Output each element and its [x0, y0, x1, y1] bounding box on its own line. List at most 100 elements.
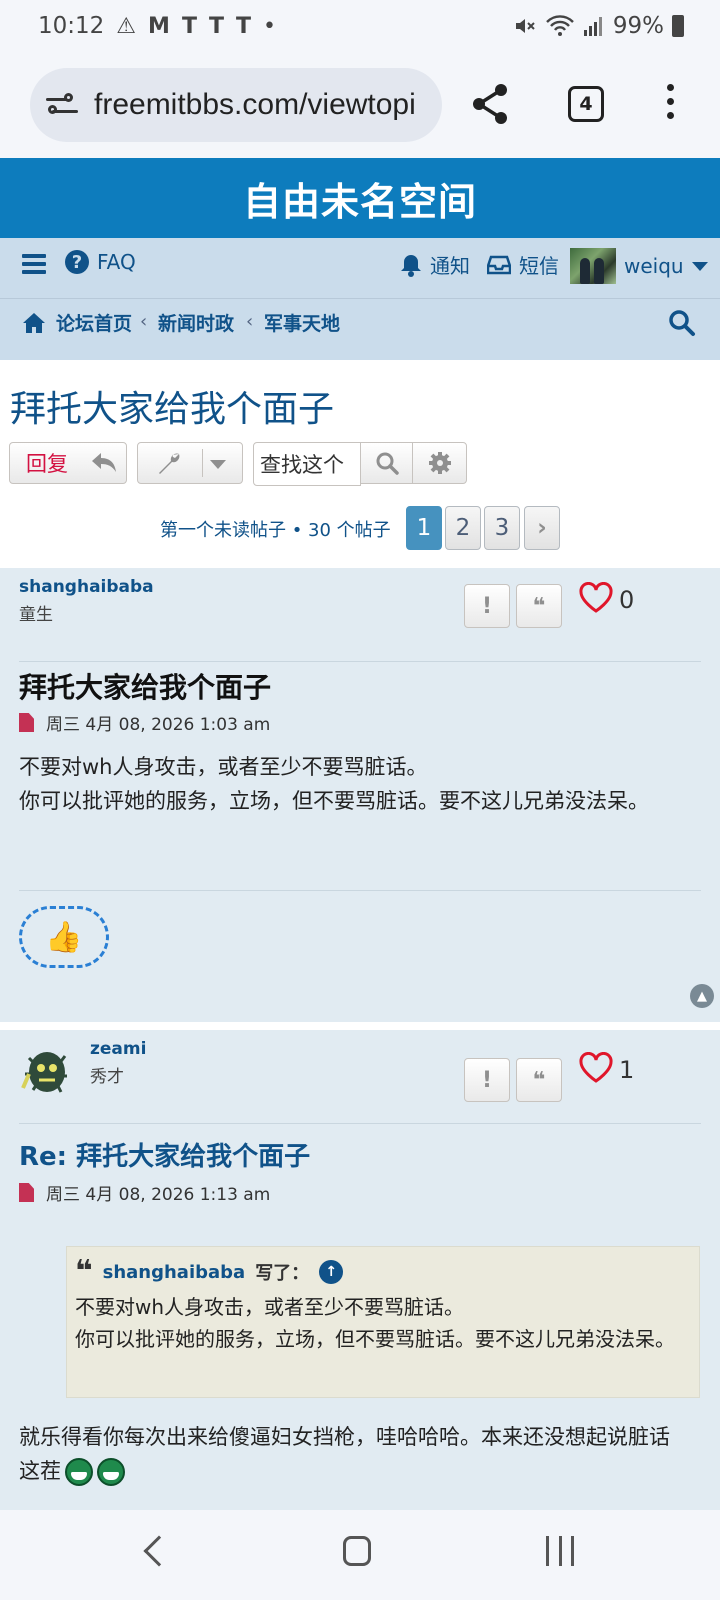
hamburger-icon[interactable] — [22, 254, 46, 274]
signal-icon — [583, 17, 602, 36]
divider — [19, 1123, 701, 1124]
chevron-right-icon: › — [537, 515, 547, 541]
topic-search-input[interactable]: 查找这个 — [253, 442, 361, 486]
page-2-button[interactable]: 2 — [445, 506, 481, 550]
browser-toolbar: freemitbbs.com/viewtopi 4 — [0, 52, 720, 156]
gmail-icon: M — [148, 13, 170, 39]
post-body: 就乐得看你每次出来给傻逼妇女挡枪，哇哈哈哈。本来还没想起说脏话这茬 — [19, 1420, 689, 1488]
status-bar: 10:12 ⚠ M T T T • 99% — [0, 0, 720, 52]
breadcrumb-news[interactable]: 新闻时政 — [158, 309, 234, 336]
quote-mark-icon: ❝ — [75, 1254, 93, 1289]
back-to-top-icon[interactable]: ▲ — [690, 984, 714, 1008]
post-separator — [0, 1022, 720, 1030]
quote-body: 不要对wh人身攻击，或者至少不要骂脏话。 你可以批评她的服务，立场，但不要骂脏话… — [75, 1291, 685, 1355]
exclamation-icon: ! — [481, 593, 493, 619]
post-file-icon[interactable] — [19, 713, 34, 732]
avatar[interactable] — [570, 248, 616, 284]
share-icon[interactable] — [470, 82, 510, 126]
post-date: 周三 4月 08, 2026 1:03 am — [46, 715, 271, 735]
messages-link[interactable]: 短信 — [487, 250, 559, 279]
tab-switcher-button[interactable]: 4 — [568, 86, 604, 122]
navbar: ? FAQ 通知 短信 weiqu 论坛首页 ‹ 新闻时政 ‹ 军事天地 — [0, 238, 720, 360]
post-file-icon[interactable] — [19, 1183, 34, 1202]
notifications-link[interactable]: 通知 — [400, 250, 470, 279]
breadcrumb-military[interactable]: 军事天地 — [264, 309, 340, 336]
back-icon[interactable] — [143, 1535, 175, 1567]
reply-button[interactable]: 回复 — [9, 442, 127, 484]
advanced-search-button[interactable] — [412, 442, 467, 484]
quote-icon: ❝ — [532, 593, 546, 619]
heart-icon[interactable] — [578, 582, 614, 614]
site-settings-icon[interactable] — [46, 90, 80, 120]
home-icon[interactable] — [343, 1536, 371, 1566]
t-notification-icon: T — [181, 13, 197, 39]
breadcrumb-home[interactable]: 论坛首页 — [22, 309, 132, 336]
reply-arrow-icon — [92, 453, 116, 472]
grin-emoji-icon — [65, 1458, 93, 1486]
t-notification-icon: T — [235, 13, 251, 39]
t-notification-icon: T — [208, 13, 224, 39]
main-menu-button[interactable] — [22, 254, 46, 274]
post-author[interactable]: zeami — [90, 1039, 146, 1059]
battery-percent: 99% — [612, 13, 664, 39]
page-title[interactable]: 拜托大家给我个面子 — [10, 380, 334, 432]
post-meta: 周三 4月 08, 2026 1:03 am — [19, 710, 270, 735]
search-icon — [376, 452, 399, 475]
notifications-label: 通知 — [430, 254, 470, 278]
post: shanghaibaba 童生 ! ❝ 0 拜托大家给我个面子 周三 4月 08… — [0, 568, 720, 1022]
gear-icon — [428, 452, 451, 474]
quote-block: ❝ shanghaibaba 写了： ↑ 不要对wh人身攻击，或者至少不要骂脏话… — [66, 1246, 700, 1398]
reply-label: 回复 — [26, 452, 68, 476]
breadcrumb-separator: ‹ — [246, 311, 254, 332]
post-title[interactable]: Re: 拜托大家给我个面子 — [19, 1136, 310, 1173]
divider — [19, 890, 701, 891]
recents-icon[interactable] — [546, 1536, 574, 1566]
avatar[interactable] — [19, 1038, 73, 1100]
wrench-icon — [159, 453, 180, 474]
breadcrumb-label: 论坛首页 — [56, 313, 133, 335]
alert-icon: ⚠ — [116, 13, 137, 39]
topic-tools-button[interactable] — [137, 442, 243, 484]
messages-label: 短信 — [519, 254, 559, 278]
quote-line: 不要对wh人身攻击，或者至少不要骂脏话。 — [75, 1295, 465, 1319]
author-rank: 童生 — [19, 605, 53, 625]
post-meta: 周三 4月 08, 2026 1:13 am — [19, 1180, 270, 1205]
browser-menu-icon[interactable] — [665, 84, 675, 124]
battery-icon — [672, 15, 684, 37]
url-text[interactable]: freemitbbs.com/viewtopi — [94, 88, 416, 122]
reaction-button[interactable]: 👍 — [19, 906, 109, 968]
faq-link[interactable]: ? FAQ — [65, 250, 136, 274]
heart-icon[interactable] — [578, 1052, 614, 1084]
quote-button[interactable]: ❝ — [516, 584, 562, 628]
bell-icon — [401, 254, 421, 277]
arrow-up-icon[interactable]: ↑ — [319, 1260, 344, 1284]
page-3-button[interactable]: 3 — [484, 506, 520, 550]
quote-button[interactable]: ❝ — [516, 1058, 562, 1102]
url-bar[interactable]: freemitbbs.com/viewtopi — [30, 68, 442, 142]
post-body: 不要对wh人身攻击，或者至少不要骂脏话。 你可以批评她的服务，立场，但不要骂脏话… — [19, 750, 689, 818]
report-button[interactable]: ! — [464, 1058, 510, 1102]
quote-header: ❝ shanghaibaba 写了： ↑ — [75, 1254, 344, 1289]
inbox-icon — [487, 255, 511, 274]
like-count: 0 — [619, 586, 635, 614]
user-menu[interactable]: weiqu — [570, 248, 708, 284]
pagination-info: 第一个未读帖子 • 30 个帖子 — [160, 520, 391, 541]
author-rank: 秀才 — [90, 1067, 124, 1087]
report-button[interactable]: ! — [464, 584, 510, 628]
next-page-button[interactable]: › — [524, 506, 560, 550]
quote-wrote-label: 写了： — [255, 1263, 310, 1284]
post-title[interactable]: 拜托大家给我个面子 — [19, 666, 271, 706]
faq-label: FAQ — [97, 250, 136, 274]
wifi-icon — [546, 15, 574, 36]
exclamation-icon: ! — [481, 1067, 493, 1093]
grin-emoji-icon — [97, 1458, 125, 1486]
search-icon[interactable] — [668, 309, 696, 337]
search-button[interactable] — [360, 442, 413, 484]
post-author[interactable]: shanghaibaba — [19, 577, 154, 597]
quoted-author[interactable]: shanghaibaba — [103, 1262, 246, 1283]
chevron-down-icon — [210, 460, 226, 469]
chevron-down-icon[interactable] — [691, 261, 708, 271]
page-1-button[interactable]: 1 — [406, 506, 442, 550]
site-title[interactable]: 自由未名空间 — [0, 158, 720, 238]
post-body-line: 不要对wh人身攻击，或者至少不要骂脏话。 — [19, 755, 428, 779]
